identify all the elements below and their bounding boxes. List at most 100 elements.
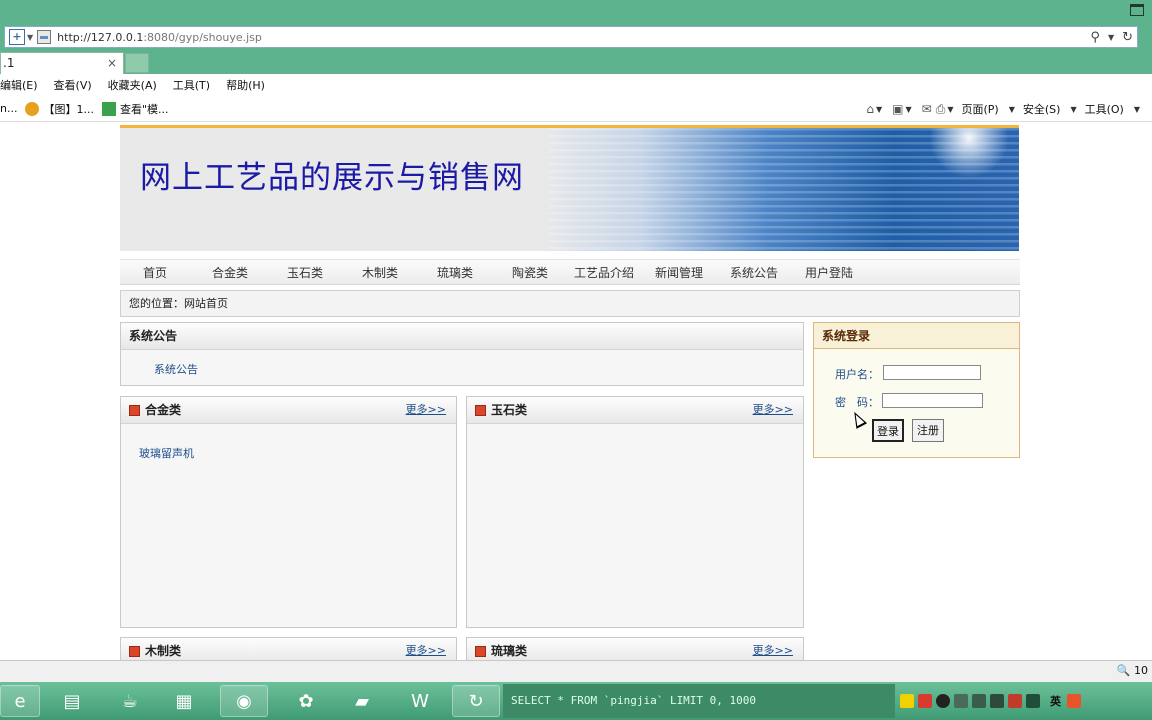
bullet-icon [129, 404, 140, 416]
more-link[interactable]: 更多>> [753, 638, 793, 660]
favorite-item[interactable]: 【图】1... [25, 101, 94, 117]
panel-header: 琉璃类 更多>> [467, 638, 803, 660]
notice-link[interactable]: 系统公告 [154, 361, 198, 377]
url-field[interactable]: http://127.0.0.1:8080/gyp/shouye.jsp [57, 31, 1086, 44]
password-input[interactable] [882, 393, 983, 408]
category-panel-glass: 琉璃类 更多>> [466, 637, 804, 660]
menu-help[interactable]: 帮助(H) [226, 77, 265, 93]
close-icon[interactable]: × [107, 53, 117, 73]
chevron-down-icon[interactable]: ▼ [1070, 105, 1076, 114]
chevron-down-icon[interactable]: ▼ [27, 33, 33, 42]
notepad-icon[interactable]: ▤ [48, 685, 96, 717]
more-link[interactable]: 更多>> [406, 397, 446, 423]
breadcrumb: 您的位置：网站首页 [120, 290, 1020, 317]
rss-icon[interactable]: ▣ [892, 102, 903, 116]
wps-icon[interactable]: W [396, 685, 444, 717]
tray-app-icon[interactable] [1008, 694, 1022, 708]
qq-icon[interactable] [936, 694, 950, 708]
java-icon[interactable]: ☕ [106, 685, 154, 717]
sogou-icon[interactable] [1067, 694, 1081, 708]
nav-alloy[interactable]: 合金类 [212, 264, 248, 281]
panel-header: 玉石类 更多>> [467, 397, 803, 424]
main-nav: 首页 合金类 玉石类 木制类 琉璃类 陶瓷类 工艺品介绍 新闻管理 系统公告 用… [120, 259, 1020, 285]
menu-view[interactable]: 查看(V) [54, 77, 92, 93]
nav-login[interactable]: 用户登陆 [805, 264, 853, 281]
favorite-item[interactable]: 查看"模... [101, 101, 169, 117]
home-icon[interactable]: ⌂ [866, 102, 874, 116]
tray-app-icon[interactable] [1026, 694, 1040, 708]
volume-icon[interactable] [990, 694, 1004, 708]
search-icon[interactable]: ⚲ [1090, 30, 1100, 45]
address-bar[interactable]: + ▼ http://127.0.0.1:8080/gyp/shouye.jsp… [4, 26, 1138, 48]
maximize-button[interactable] [1130, 4, 1144, 16]
panel-title: 合金类 [145, 403, 182, 417]
print-icon[interactable]: ⎙ [936, 102, 946, 117]
book-icon[interactable]: ▰ [338, 685, 386, 717]
chevron-down-icon[interactable]: ▼ [1009, 105, 1015, 114]
favorites-bar: n... 【图】1... 查看"模... ⌂ ▼ ▣ ▼ ✉ ⎙ ▼ 页面(P) ▼ 安… [0, 96, 1152, 122]
nav-glass[interactable]: 琉璃类 [437, 264, 473, 281]
chevron-down-icon[interactable]: ▼ [1134, 105, 1140, 114]
tray-app-icon[interactable] [972, 694, 986, 708]
username-input[interactable] [883, 365, 981, 380]
new-tab-button[interactable] [125, 53, 149, 73]
product-link[interactable]: 玻璃留声机 [139, 445, 194, 461]
refresh-icon[interactable]: ↻ [1122, 30, 1133, 45]
zoom-value: 10 [1134, 664, 1148, 677]
nav-wood[interactable]: 木制类 [362, 264, 398, 281]
input-language-indicator[interactable]: 英 [1050, 693, 1061, 709]
url-host: http://127.0.0.1 [57, 30, 144, 44]
login-button[interactable]: 登录 [872, 419, 904, 442]
menu-edit[interactable]: 编辑(E) [0, 77, 38, 93]
tools-menu[interactable]: 工具(O) [1085, 101, 1124, 117]
login-panel-title: 系统登录 [814, 323, 1019, 349]
page-viewport: 网上工艺品的展示与销售网 首页 合金类 玉石类 木制类 琉璃类 陶瓷类 工艺品介… [0, 122, 1152, 660]
nav-jade[interactable]: 玉石类 [287, 264, 323, 281]
menu-favorites[interactable]: 收藏夹(A) [108, 77, 157, 93]
panel-title: 玉石类 [491, 403, 528, 417]
nav-home[interactable]: 首页 [143, 264, 167, 281]
login-panel: 系统登录 用户名： 密 码： 登录 注册 [813, 322, 1020, 458]
snapshot-icon [25, 101, 40, 116]
security-shield-icon[interactable]: + [9, 29, 25, 45]
nav-news[interactable]: 新闻管理 [655, 264, 703, 281]
sql-console-task[interactable]: SELECT * FROM `pingjia` LIMIT 0, 1000 [503, 684, 895, 718]
favorite-item[interactable]: n... [0, 102, 17, 115]
panel-title: 琉璃类 [491, 644, 528, 658]
chevron-down-icon[interactable]: ▼ [947, 105, 953, 114]
tray-app-icon[interactable] [900, 694, 914, 708]
more-link[interactable]: 更多>> [406, 638, 446, 660]
password-label: 密 码： [835, 396, 879, 409]
system-tray: 英 [900, 682, 1152, 720]
panel-header: 木制类 更多>> [121, 638, 456, 660]
nav-craft-intro[interactable]: 工艺品介绍 [574, 264, 634, 281]
tray-app-icon[interactable] [918, 694, 932, 708]
nav-ceramic[interactable]: 陶瓷类 [512, 264, 548, 281]
page-menu[interactable]: 页面(P) [961, 101, 998, 117]
menu-tools[interactable]: 工具(T) [173, 77, 210, 93]
category-panel-alloy: 合金类 更多>> 玻璃留声机 [120, 396, 457, 628]
folder-icon[interactable]: ▦ [160, 685, 208, 717]
browser-tab[interactable]: .1 × [0, 52, 124, 74]
browser-app-icon[interactable]: ◉ [220, 685, 268, 717]
site-banner: 网上工艺品的展示与销售网 [120, 125, 1019, 251]
notice-panel-header: 系统公告 [121, 323, 803, 350]
mail-icon[interactable]: ✉ [922, 102, 932, 116]
more-link[interactable]: 更多>> [753, 397, 793, 423]
register-button[interactable]: 注册 [912, 419, 944, 442]
bullet-icon [475, 404, 486, 416]
chevron-down-icon[interactable]: ▼ [876, 105, 882, 114]
game-icon[interactable]: ✿ [282, 685, 330, 717]
category-panel-jade: 玉石类 更多>> [466, 396, 804, 628]
url-path: :8080/gyp/shouye.jsp [143, 30, 262, 44]
favorite-label: n... [0, 102, 18, 115]
chevron-down-icon[interactable]: ▼ [906, 105, 912, 114]
status-bar: 🔍 10 [0, 660, 1152, 682]
zoom-level[interactable]: 🔍 10 [1117, 664, 1148, 677]
app-green-icon[interactable]: ↻ [452, 685, 500, 717]
network-icon[interactable] [954, 694, 968, 708]
ie-icon[interactable]: e [0, 685, 40, 717]
chevron-down-icon[interactable]: ▼ [1108, 33, 1114, 42]
nav-notice[interactable]: 系统公告 [730, 264, 778, 281]
safety-menu[interactable]: 安全(S) [1023, 101, 1061, 117]
